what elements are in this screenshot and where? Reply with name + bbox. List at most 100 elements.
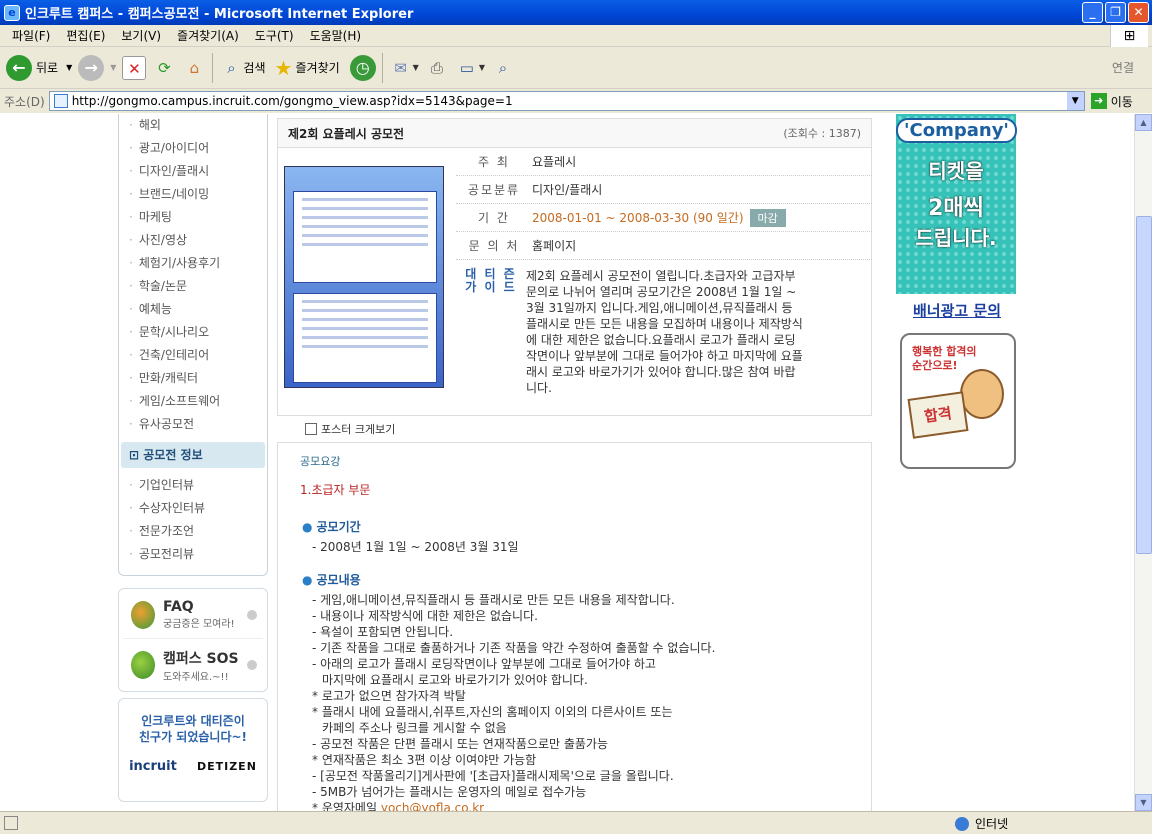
- content-line: 마지막에 요플래시 로고와 바로가기가 있어야 합니다.: [322, 673, 588, 687]
- maximize-button[interactable]: ❐: [1105, 2, 1126, 23]
- nav-item-company-interview[interactable]: 기업인터뷰: [119, 474, 267, 497]
- favorites-label: 즐겨찾기: [295, 61, 340, 75]
- menu-bar: 파일(F) 편집(E) 보기(V) 즐겨찾기(A) 도구(T) 도움말(H) ⊞: [0, 25, 1152, 47]
- poster-enlarge-label: 포스터 크게보기: [321, 423, 396, 436]
- nav-item-academic[interactable]: 학술/논문: [119, 275, 267, 298]
- research-icon[interactable]: ⌕: [491, 56, 515, 80]
- contact-label: 문 의 처: [468, 239, 520, 253]
- minimize-button[interactable]: _: [1082, 2, 1103, 23]
- window-title: 인크루트 캠퍼스 - 캠퍼스공모전 - Microsoft Internet E…: [25, 7, 414, 22]
- company-ticket-banner[interactable]: 'Company' 티켓을 2매씩 드립니다.: [896, 114, 1017, 294]
- faq-link[interactable]: FAQ 궁금증은 모여라!: [123, 591, 263, 639]
- nav-item-experience[interactable]: 체험기/사용후기: [119, 252, 267, 275]
- nav-item-expert-advice[interactable]: 전문가조언: [119, 520, 267, 543]
- nav-item-similar[interactable]: 유사공모전: [119, 413, 267, 436]
- sos-link[interactable]: 캠퍼스 SOS 도와주세요.~!!: [123, 641, 263, 689]
- page-status-icon: [4, 816, 18, 830]
- poster-enlarge-link[interactable]: 포스터 크게보기: [277, 416, 872, 442]
- edit-icon[interactable]: ▭: [455, 56, 479, 80]
- left-category-nav: 해외 광고/아이디어 디자인/플래시 브랜드/네이밍 마케팅 사진/영상 체험기…: [118, 114, 268, 576]
- menu-tools[interactable]: 도구(T): [247, 27, 302, 44]
- nav-item-photo-video[interactable]: 사진/영상: [119, 229, 267, 252]
- scroll-up-arrow-icon[interactable]: ▲: [1135, 114, 1152, 131]
- nav-item-arts-sports[interactable]: 예체능: [119, 298, 267, 321]
- address-input[interactable]: http://gongmo.campus.incruit.com/gongmo_…: [48, 91, 1085, 111]
- close-button[interactable]: ✕: [1128, 2, 1149, 23]
- pass-ad-banner[interactable]: 행복한 합격의 순간으로! 합격: [900, 333, 1016, 469]
- email-line: * 운영자메일 yoch@yofla.co.kr: [312, 800, 871, 811]
- print-icon[interactable]: ⎙: [425, 56, 449, 80]
- nav-item-literature[interactable]: 문학/시나리오: [119, 321, 267, 344]
- nav-item-design-flash[interactable]: 디자인/플래시: [119, 160, 267, 183]
- banner-ad-inquiry-link[interactable]: 배너광고 문의: [896, 300, 1018, 321]
- contest-title: 제2회 요플레시 공모전: [288, 126, 405, 141]
- contact-row: 문 의 처 홈페이지: [456, 232, 872, 260]
- search-button[interactable]: ⌕ 검색: [219, 56, 265, 80]
- scroll-down-arrow-icon[interactable]: ▼: [1135, 794, 1152, 811]
- windows-logo-icon: ⊞: [1110, 25, 1148, 47]
- faq-title: FAQ: [163, 599, 194, 615]
- nav-item-marketing[interactable]: 마케팅: [119, 206, 267, 229]
- nav-item-comics[interactable]: 만화/캐릭터: [119, 367, 267, 390]
- nav-item-overseas[interactable]: 해외: [119, 114, 267, 137]
- home-icon[interactable]: ⌂: [182, 56, 206, 80]
- address-label: 주소(D): [4, 94, 45, 109]
- forward-dropdown-icon[interactable]: ▼: [110, 63, 116, 72]
- email-prefix: * 운영자메일: [312, 801, 378, 811]
- refresh-icon[interactable]: ⟳: [152, 56, 176, 80]
- search-icon: ⌕: [227, 58, 236, 77]
- nav-item-brand-naming[interactable]: 브랜드/네이밍: [119, 183, 267, 206]
- host-label: 주 최: [478, 155, 510, 169]
- content-heading: 공모내용: [302, 571, 871, 588]
- nav-item-games-software[interactable]: 게임/소프트웨어: [119, 390, 267, 413]
- history-icon[interactable]: ◷: [349, 54, 376, 81]
- partner-text-2: 친구가 되었습니다~!: [138, 730, 248, 744]
- faq-subtitle: 궁금증은 모여라!: [163, 619, 235, 630]
- address-dropdown-icon[interactable]: ▼: [1066, 92, 1084, 110]
- globe-icon: [955, 816, 969, 831]
- menu-help[interactable]: 도움말(H): [302, 27, 370, 44]
- contest-header: 제2회 요플레시 공모전 (조회수 : 1387): [277, 118, 872, 148]
- category-value: 디자인/플래시: [532, 183, 603, 197]
- edit-dropdown-icon[interactable]: ▼: [479, 63, 485, 72]
- poster-panel: [293, 191, 437, 283]
- window-titlebar: e 인크루트 캠퍼스 - 캠퍼스공모전 - Microsoft Internet…: [0, 0, 1152, 25]
- menu-view[interactable]: 보기(V): [113, 27, 169, 44]
- favorites-button[interactable]: ★ 즐겨찾기: [272, 56, 340, 80]
- nav-item-ad-idea[interactable]: 광고/아이디어: [119, 137, 267, 160]
- banner-line-3: 드립니다.: [915, 226, 997, 250]
- stop-icon[interactable]: ✕: [122, 55, 147, 80]
- go-button[interactable]: ➜ 이동: [1090, 93, 1133, 110]
- right-ads: 'Company' 티켓을 2매씩 드립니다. 배너광고 문의 행복한 합격의 순…: [896, 114, 1018, 469]
- detizen-logo: DETIZEN: [196, 760, 257, 773]
- contest-guidelines: 공모요강 1.초급자 부문 공모기간 - 2008년 1월 1일 ~ 2008년…: [277, 442, 872, 811]
- menu-file[interactable]: 파일(F): [4, 27, 58, 44]
- sos-subtitle: 도와주세요.~!!: [163, 671, 229, 683]
- nav-item-contest-review[interactable]: 공모전리뷰: [119, 543, 267, 566]
- section-arrow-icon: ⊡: [129, 448, 144, 462]
- mail-dropdown-icon[interactable]: ▼: [413, 63, 419, 72]
- scroll-thumb[interactable]: [1136, 216, 1152, 554]
- nav-item-winner-interview[interactable]: 수상자인터뷰: [119, 497, 267, 520]
- back-button[interactable]: ← 뒤로 ▼: [6, 54, 72, 81]
- contest-main: 제2회 요플레시 공모전 (조회수 : 1387) 주 최 요플레시 공모분류 디자…: [277, 118, 872, 811]
- vertical-scrollbar[interactable]: ▲ ▼: [1134, 114, 1152, 811]
- search-label: 검색: [243, 61, 266, 75]
- help-box: FAQ 궁금증은 모여라! 캠퍼스 SOS 도와주세요.~!!: [118, 588, 268, 692]
- connect-label[interactable]: 연결: [1112, 59, 1134, 76]
- pass-ad-text-line: 행복한 합격의: [912, 345, 977, 358]
- nav-section-contest-info[interactable]: ⊡ 공모전 정보: [121, 442, 265, 468]
- menu-favorites[interactable]: 즐겨찾기(A): [169, 27, 247, 44]
- nav-item-architecture[interactable]: 건축/인테리어: [119, 344, 267, 367]
- closed-badge: 마감: [749, 208, 786, 227]
- operator-email-link[interactable]: yoch@yofla.co.kr: [381, 801, 484, 811]
- contest-poster-image[interactable]: [284, 166, 444, 388]
- content-line: - 게임,애니메이션,뮤직플래시 등 플래시로 만든 모든 내용을 제작합니다.: [312, 593, 675, 607]
- mail-icon[interactable]: ✉: [389, 56, 413, 80]
- menu-edit[interactable]: 편집(E): [58, 27, 113, 44]
- back-dropdown-icon[interactable]: ▼: [66, 63, 72, 72]
- partner-box[interactable]: 인크루트와 대티즌이 친구가 되었습니다~! incruit DETIZEN: [118, 698, 268, 802]
- period-row: 기 간 2008-01-01 ~ 2008-03-30 (90 일간) 마감: [456, 204, 872, 232]
- go-label: 이동: [1110, 94, 1133, 109]
- forward-button[interactable]: → ▼: [78, 54, 116, 81]
